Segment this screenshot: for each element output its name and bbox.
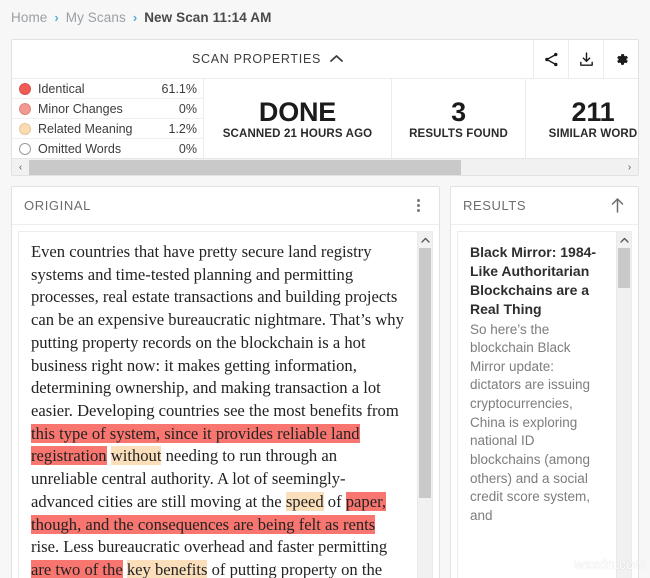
results-panel-title: RESULTS bbox=[463, 198, 527, 213]
stat-similar-words-value: 211 bbox=[571, 96, 615, 127]
arrow-up-icon[interactable] bbox=[606, 197, 628, 214]
original-vscrollbar[interactable] bbox=[417, 232, 432, 578]
hscrollbar-track[interactable] bbox=[29, 159, 621, 176]
chevron-up-icon[interactable] bbox=[330, 50, 343, 68]
stat-status-value: DONE bbox=[258, 96, 337, 127]
breadcrumb: Home › My Scans › New Scan 11:14 AM bbox=[0, 0, 650, 34]
results-panel: RESULTS Black Mirror: 1984-Like Authorit… bbox=[450, 186, 639, 578]
stat-similar-words: 211 SIMILAR WORD bbox=[526, 79, 650, 159]
scroll-right-icon[interactable]: › bbox=[621, 159, 638, 176]
scan-properties-card: SCAN PROPERTIES Identical 61.1% Minor Ch… bbox=[11, 39, 639, 176]
doc-segment-highlight-tan: without bbox=[110, 446, 162, 466]
hscrollbar-thumb[interactable] bbox=[29, 159, 462, 175]
scan-properties-header: SCAN PROPERTIES bbox=[12, 40, 638, 79]
breadcrumb-item-home[interactable]: Home bbox=[11, 10, 47, 25]
legend-label: Minor Changes bbox=[38, 101, 123, 116]
legend-label: Identical bbox=[38, 81, 85, 96]
stat-status: DONE SCANNED 21 HOURS AGO bbox=[204, 79, 392, 159]
download-icon[interactable] bbox=[568, 40, 603, 78]
stat-status-label: SCANNED 21 HOURS AGO bbox=[222, 128, 373, 141]
original-document-text: Even countries that have pretty secure l… bbox=[19, 232, 417, 578]
scroll-left-icon[interactable]: ‹ bbox=[12, 159, 29, 176]
result-item-title[interactable]: Black Mirror: 1984-Like Authoritarian Bl… bbox=[470, 243, 606, 319]
breadcrumb-item-my-scans[interactable]: My Scans bbox=[66, 10, 126, 25]
results-vscrollbar[interactable] bbox=[616, 232, 631, 578]
scan-properties-title: SCAN PROPERTIES bbox=[191, 52, 322, 66]
legend-dot-identical bbox=[19, 82, 31, 95]
result-item-snippet: So here’s the blockchain Black Mirror up… bbox=[470, 321, 591, 523]
doc-segment-highlight-tan: speed bbox=[285, 491, 324, 511]
doc-segment-highlight-red: are two of the bbox=[31, 560, 123, 578]
legend-item-related-meaning: Related Meaning 1.2% bbox=[12, 119, 203, 139]
vscrollbar-thumb[interactable] bbox=[419, 248, 431, 498]
breadcrumb-separator-icon: › bbox=[54, 9, 59, 25]
legend-dot-omitted-words bbox=[19, 143, 31, 155]
stat-results-value: 3 bbox=[451, 96, 466, 127]
scan-properties-hscrollbar[interactable]: ‹ › bbox=[12, 158, 638, 175]
doc-segment: rise. Less bureaucratic overhead and fas… bbox=[31, 537, 388, 557]
vscrollbar-thumb[interactable] bbox=[618, 248, 630, 288]
content-panels: ORIGINAL Even countries that have pretty… bbox=[11, 186, 639, 578]
legend-item-minor-changes: Minor Changes 0% bbox=[12, 99, 203, 119]
doc-segment: of bbox=[323, 491, 346, 511]
doc-segment: Even countries that have pretty secure l… bbox=[31, 242, 404, 421]
legend-value: 61.1% bbox=[161, 81, 197, 96]
scan-stats-row: Identical 61.1% Minor Changes 0% Related… bbox=[12, 79, 638, 159]
breadcrumb-item-current: New Scan 11:14 AM bbox=[144, 9, 272, 25]
original-panel: ORIGINAL Even countries that have pretty… bbox=[11, 186, 440, 578]
legend-label: Omitted Words bbox=[38, 142, 122, 156]
scan-properties-actions bbox=[533, 40, 638, 78]
app-root: Home › My Scans › New Scan 11:14 AM SCAN… bbox=[0, 0, 650, 578]
match-legend: Identical 61.1% Minor Changes 0% Related… bbox=[12, 79, 204, 159]
results-list-body: Black Mirror: 1984-Like Authoritarian Bl… bbox=[457, 231, 632, 578]
legend-label: Related Meaning bbox=[38, 121, 133, 136]
legend-item-omitted-words: Omitted Words 0% bbox=[12, 139, 203, 159]
breadcrumb-separator-icon: › bbox=[132, 9, 138, 25]
stat-results-found: 3 RESULTS FOUND bbox=[392, 79, 526, 159]
original-panel-title: ORIGINAL bbox=[24, 198, 91, 213]
original-document-body: Even countries that have pretty secure l… bbox=[18, 231, 433, 578]
legend-value: 1.2% bbox=[168, 121, 198, 136]
legend-value: 0% bbox=[178, 142, 197, 156]
gear-icon[interactable] bbox=[603, 40, 638, 78]
result-item[interactable]: Black Mirror: 1984-Like Authoritarian Bl… bbox=[458, 232, 616, 578]
legend-dot-minor-changes bbox=[19, 102, 31, 115]
stat-results-label: RESULTS FOUND bbox=[409, 128, 508, 141]
scroll-up-icon[interactable] bbox=[418, 232, 432, 247]
share-icon[interactable] bbox=[533, 40, 568, 78]
doc-segment-highlight-tan: key benefits bbox=[126, 560, 208, 578]
results-panel-header: RESULTS bbox=[451, 187, 638, 225]
original-panel-header: ORIGINAL bbox=[12, 187, 439, 225]
legend-value: 0% bbox=[178, 101, 197, 116]
more-vertical-icon[interactable] bbox=[407, 199, 429, 212]
legend-dot-related-meaning bbox=[19, 122, 31, 135]
legend-item-identical: Identical 61.1% bbox=[12, 79, 203, 99]
scroll-up-icon[interactable] bbox=[617, 232, 631, 247]
stat-similar-words-label: SIMILAR WORD bbox=[548, 128, 638, 141]
scan-properties-toggle[interactable]: SCAN PROPERTIES bbox=[12, 40, 533, 78]
